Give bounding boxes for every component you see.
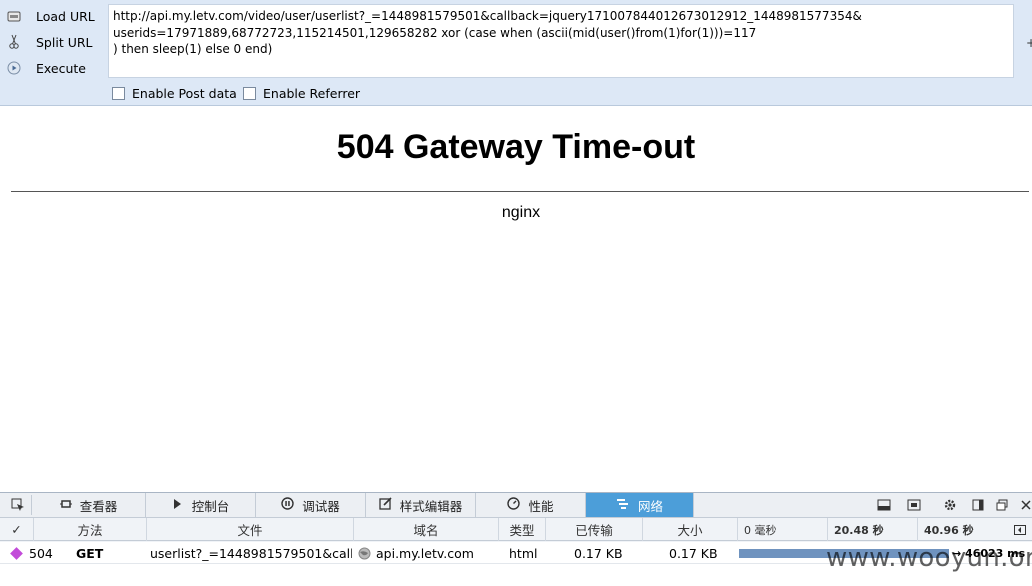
tab-network[interactable]: 网络: [586, 493, 694, 517]
network-table-header: ✓ 方法 文件 域名 类型 已传输 大小 0 毫秒 20.48 秒 40.96 …: [0, 518, 1032, 541]
enable-post-label: Enable Post data: [132, 85, 237, 101]
load-url-button[interactable]: Load URL: [6, 5, 95, 27]
dock-side-icon[interactable]: [970, 497, 986, 513]
url-textarea[interactable]: http://api.my.letv.com/video/user/userli…: [108, 4, 1014, 78]
transferred-cell: 0.17 KB: [574, 545, 623, 561]
col-transferred[interactable]: 已传输: [546, 518, 643, 541]
timeline-tick-2: 40.96 秒: [924, 523, 974, 537]
checkbox-box[interactable]: [243, 86, 256, 100]
checkbox-box[interactable]: [112, 86, 125, 100]
debugger-icon: [281, 497, 294, 513]
col-type[interactable]: 类型: [499, 518, 546, 541]
execute-button[interactable]: Execute: [6, 57, 86, 79]
timeline-tick-0: 0 毫秒: [744, 518, 828, 541]
domain-cell: api.my.letv.com: [358, 542, 498, 564]
close-icon[interactable]: [1018, 497, 1032, 513]
status-code: 504: [29, 545, 53, 561]
inspector-icon: [59, 498, 72, 513]
network-icon: [616, 498, 630, 513]
tab-console[interactable]: 控制台: [146, 493, 256, 517]
globe-icon: [358, 547, 371, 560]
divider: [11, 191, 1029, 192]
tab-style-editor[interactable]: 样式编辑器: [366, 493, 476, 517]
enable-post-checkbox[interactable]: Enable Post data: [112, 84, 237, 102]
split-url-button[interactable]: Split URL: [6, 31, 93, 53]
col-size[interactable]: 大小: [643, 518, 738, 541]
server-name: nginx: [501, 204, 541, 221]
file-cell: userlist?_=1448981579501&callb...: [150, 545, 352, 561]
tab-performance[interactable]: 性能: [476, 493, 586, 517]
devtools-toolbar: 查看器 控制台 调试器 样式编辑器 性能 网络: [0, 493, 1032, 518]
performance-icon: [507, 497, 521, 513]
watermark: www.wooyun.org: [826, 543, 1032, 573]
col-status[interactable]: ✓: [0, 518, 34, 541]
collapse-timeline-icon[interactable]: [1012, 518, 1028, 541]
responsive-mode-icon[interactable]: [906, 497, 922, 513]
play-icon: [6, 60, 22, 76]
element-picker-icon[interactable]: [4, 495, 32, 515]
tab-inspector[interactable]: 查看器: [32, 493, 146, 517]
col-domain[interactable]: 域名: [354, 518, 499, 541]
scissors-icon: [6, 34, 22, 50]
method-cell: GET: [76, 545, 104, 561]
console-icon: [172, 498, 184, 513]
status-cell: 504: [10, 542, 60, 564]
enable-referrer-label: Enable Referrer: [263, 85, 361, 101]
enable-referrer-checkbox[interactable]: Enable Referrer: [243, 84, 360, 102]
page-title: 504 Gateway Time-out: [336, 128, 696, 166]
size-cell: 0.17 KB: [669, 545, 718, 561]
style-editor-icon: [379, 497, 392, 513]
hackbar: Load URL Split URL Execute http://api.my…: [0, 0, 1032, 106]
col-method[interactable]: 方法: [34, 518, 147, 541]
status-diamond-icon: [10, 546, 23, 560]
tab-debugger[interactable]: 调试器: [256, 493, 366, 517]
load-url-icon: [6, 8, 22, 24]
type-cell: html: [509, 545, 538, 561]
gear-icon[interactable]: [942, 497, 958, 513]
separate-window-icon[interactable]: [994, 497, 1010, 513]
timeline-tick-1: 20.48 秒: [834, 518, 918, 541]
split-console-icon[interactable]: [876, 497, 892, 513]
col-file[interactable]: 文件: [147, 518, 354, 541]
expand-plus-icon[interactable]: +: [1026, 36, 1032, 50]
